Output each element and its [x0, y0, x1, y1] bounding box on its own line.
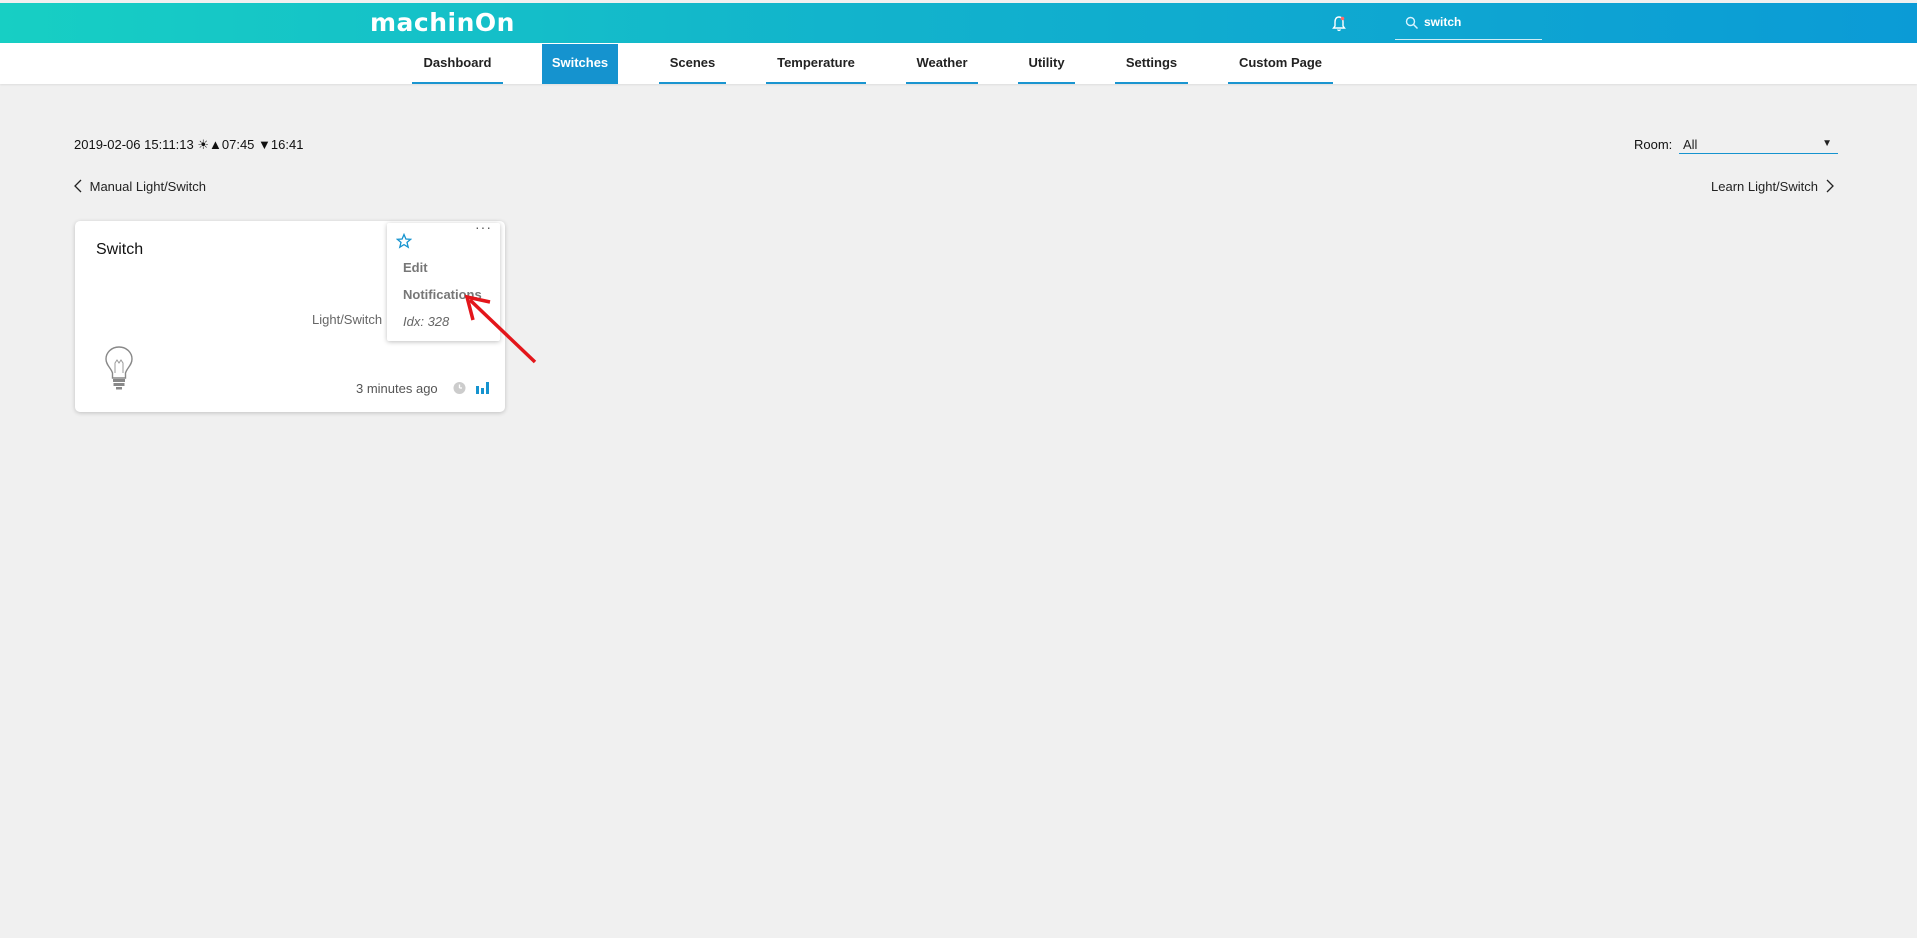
last-update-time: 3 minutes ago: [356, 381, 438, 396]
tab-utility[interactable]: Utility: [1018, 44, 1075, 84]
search-box[interactable]: switch: [1395, 12, 1542, 40]
device-name: Switch: [96, 241, 144, 258]
top-header: machinOn switch: [0, 3, 1917, 43]
favorite-star-icon[interactable]: [396, 233, 412, 249]
device-idx: Idx: 328: [403, 314, 450, 329]
room-select[interactable]: All ▼: [1679, 135, 1838, 154]
main-nav: Dashboard Switches Scenes Temperature We…: [0, 43, 1917, 84]
app-logo[interactable]: machinOn: [370, 9, 515, 37]
chevron-right-icon: [1826, 179, 1834, 193]
menu-item-edit[interactable]: Edit: [403, 260, 428, 275]
tab-temperature[interactable]: Temperature: [766, 44, 866, 84]
tab-scenes[interactable]: Scenes: [659, 44, 726, 84]
chevron-left-icon: [74, 179, 82, 193]
chevron-down-icon: ▼: [1822, 138, 1832, 149]
datetime-sun-times: 2019-02-06 15:11:13 ☀▲07:45 ▼16:41: [74, 137, 304, 152]
tab-switches[interactable]: Switches: [542, 44, 618, 84]
log-chart-icon[interactable]: [475, 380, 490, 395]
room-label: Room:: [1634, 137, 1673, 152]
search-input[interactable]: switch: [1424, 15, 1461, 29]
learn-light-switch-label: Learn Light/Switch: [1711, 179, 1818, 194]
more-options-icon[interactable]: ···: [475, 219, 492, 235]
tab-settings[interactable]: Settings: [1115, 44, 1188, 84]
timer-icon[interactable]: [452, 380, 467, 395]
search-icon: [1405, 16, 1419, 30]
lightbulb-icon[interactable]: [103, 345, 135, 391]
annotation-arrow-icon: [464, 294, 537, 364]
notification-bell-icon[interactable]: [1331, 15, 1347, 33]
learn-light-switch-link[interactable]: Learn Light/Switch: [1711, 179, 1836, 194]
manual-light-switch-label: Manual Light/Switch: [89, 179, 206, 194]
manual-light-switch-link[interactable]: Manual Light/Switch: [72, 179, 206, 194]
tab-custom-page[interactable]: Custom Page: [1228, 44, 1333, 84]
tab-weather[interactable]: Weather: [906, 44, 978, 84]
device-type: Light/Switch: [312, 312, 383, 327]
tab-dashboard[interactable]: Dashboard: [412, 44, 503, 84]
room-select-value: All: [1683, 137, 1698, 152]
